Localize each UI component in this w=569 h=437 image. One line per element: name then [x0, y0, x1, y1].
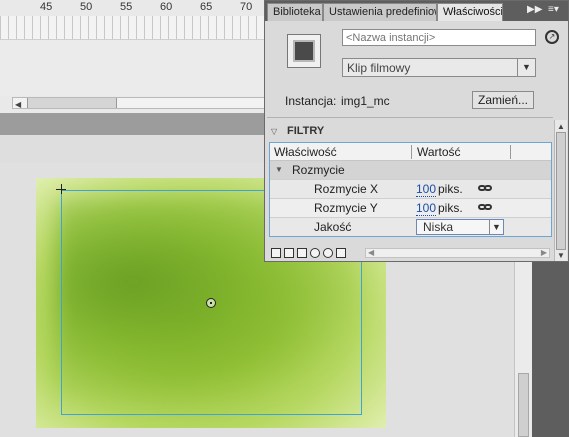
- table-row[interactable]: Rozmycie Y 100 piks.: [270, 199, 551, 218]
- column-header-property: Właściwość: [274, 145, 337, 159]
- registration-point-icon: [61, 184, 62, 194]
- ruler-number: 70: [240, 1, 253, 13]
- filter-toolbar: ◀ ▶: [269, 245, 552, 261]
- blur-y-label: Rozmycie Y: [314, 201, 378, 215]
- scroll-right-arrow-icon[interactable]: ▶: [541, 248, 547, 257]
- scroll-up-arrow-icon[interactable]: ▲: [557, 122, 565, 131]
- transformation-point-center: [210, 302, 212, 304]
- instance-name-input[interactable]: [342, 29, 536, 46]
- blur-x-unit: piks.: [438, 182, 463, 196]
- quality-select[interactable]: Niska ▼: [416, 219, 504, 235]
- transformation-point-icon[interactable]: [206, 298, 216, 308]
- table-row[interactable]: Jakość Niska ▼: [270, 218, 551, 236]
- link-icon[interactable]: [478, 184, 494, 194]
- scroll-left-arrow-icon[interactable]: ◀: [368, 248, 374, 257]
- panel-menu-icon[interactable]: ≡▾: [548, 4, 564, 18]
- symbol-type-select[interactable]: Klip filmowy ▼: [342, 58, 536, 77]
- scrollbar-thumb[interactable]: [27, 98, 117, 108]
- quality-label: Jakość: [314, 220, 352, 234]
- panel-tab-bar: Biblioteka Ustawienia predefiniow Właści…: [265, 1, 568, 21]
- filter-horizontal-scrollbar[interactable]: ◀ ▶: [365, 248, 550, 258]
- timeline-horizontal-scrollbar[interactable]: ◀: [12, 97, 268, 109]
- divider: [267, 117, 553, 118]
- quality-value: Niska: [423, 220, 454, 234]
- filters-section-title[interactable]: FILTRY: [287, 125, 324, 137]
- chevron-down-icon[interactable]: ▼: [517, 59, 535, 76]
- scroll-down-arrow-icon[interactable]: ▼: [557, 251, 565, 260]
- scrollbar-thumb[interactable]: [518, 373, 529, 437]
- symbol-type-value: Klip filmowy: [347, 61, 411, 75]
- blur-x-label: Rozmycie X: [314, 182, 379, 196]
- double-chevron-right-icon[interactable]: ▶▶: [527, 4, 542, 15]
- properties-panel: Biblioteka Ustawienia predefiniow Właści…: [264, 0, 569, 262]
- instance-value: img1_mc: [341, 94, 390, 108]
- blur-y-value[interactable]: 100: [416, 201, 437, 216]
- link-icon[interactable]: [478, 203, 494, 213]
- filters-table: Właściwość Wartość ▼ Rozmycie Rozmycie X…: [269, 142, 552, 237]
- tab-presets[interactable]: Ustawienia predefiniow: [323, 3, 437, 21]
- table-header: Właściwość Wartość: [270, 143, 551, 161]
- panel-vertical-scrollbar[interactable]: ▲ ▼: [554, 120, 567, 261]
- filter-group-row[interactable]: ▼ Rozmycie: [270, 161, 551, 180]
- clipboard-icon[interactable]: [297, 248, 307, 258]
- gear-icon: [293, 40, 315, 62]
- filter-group-label: Rozmycie: [292, 163, 345, 177]
- column-separator[interactable]: [411, 145, 412, 159]
- scrollbar-thumb[interactable]: [556, 132, 566, 250]
- movie-clip-symbol-icon: [287, 34, 321, 68]
- expand-triangle-icon[interactable]: ▼: [275, 165, 283, 174]
- swap-button[interactable]: Zamień...: [472, 91, 534, 109]
- column-separator[interactable]: [510, 145, 511, 159]
- scroll-left-arrow-icon[interactable]: ◀: [15, 100, 21, 109]
- ruler-number: 50: [80, 1, 93, 13]
- eye-icon[interactable]: [310, 248, 320, 258]
- collapse-triangle-icon[interactable]: ▽: [271, 127, 281, 136]
- table-row[interactable]: Rozmycie X 100 piks.: [270, 180, 551, 199]
- add-filter-icon[interactable]: [271, 248, 281, 258]
- reset-icon[interactable]: [323, 248, 333, 258]
- tab-properties[interactable]: Właściwości: [437, 3, 503, 21]
- ruler-number: 55: [120, 1, 133, 13]
- blur-x-value[interactable]: 100: [416, 182, 437, 197]
- ruler-number: 60: [160, 1, 173, 13]
- blur-y-unit: piks.: [438, 201, 463, 215]
- presets-icon[interactable]: [284, 248, 294, 258]
- column-header-value: Wartość: [417, 145, 461, 159]
- instance-label: Instancja:: [285, 94, 337, 108]
- ruler-number: 65: [200, 1, 213, 13]
- trash-icon[interactable]: [336, 248, 346, 258]
- ruler-number: 45: [40, 1, 53, 13]
- tab-library[interactable]: Biblioteka: [267, 3, 323, 21]
- edit-symbol-icon[interactable]: ↗: [545, 30, 559, 44]
- chevron-down-icon[interactable]: ▼: [489, 220, 503, 234]
